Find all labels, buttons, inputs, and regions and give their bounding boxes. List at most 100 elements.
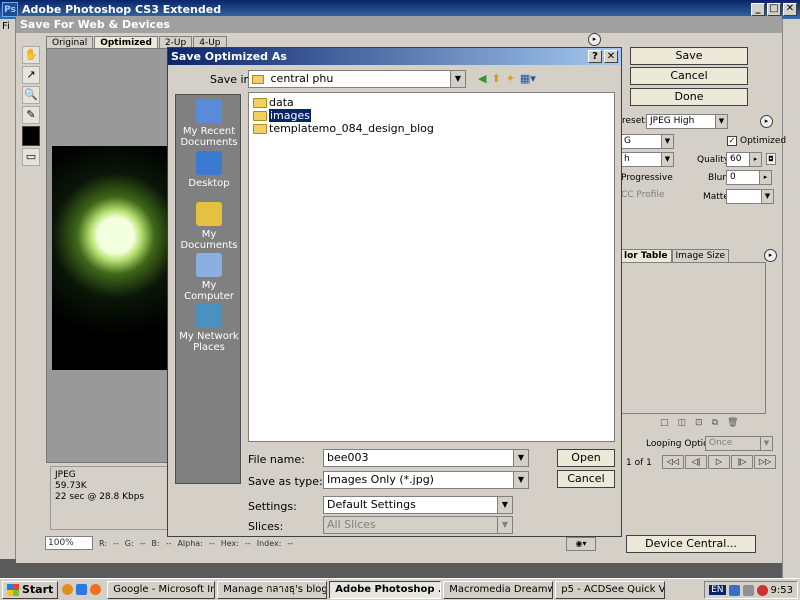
chevron-right-icon: ▸ — [759, 171, 771, 184]
system-tray: EN 9:53 — [704, 581, 798, 599]
slices-select[interactable]: All Slices ▼ — [323, 516, 513, 534]
tab-image-size[interactable]: Image Size — [671, 249, 730, 262]
back-icon[interactable]: ◀ — [478, 72, 486, 85]
device-central-button[interactable]: Device Central... — [626, 535, 756, 553]
status-g-value: -- — [139, 538, 146, 548]
list-item[interactable]: data — [253, 96, 294, 109]
file-list[interactable]: data images templatemo_084_design_blog — [248, 92, 615, 442]
list-item[interactable]: templatemo_084_design_blog — [253, 122, 434, 135]
new-color-icon[interactable]: ⧉ — [712, 418, 718, 428]
taskbar-item-google[interactable]: Google - Microsoft In... — [107, 580, 216, 599]
help-button[interactable]: ? — [588, 50, 602, 63]
place-my-network-places[interactable]: My Network Places — [176, 304, 242, 353]
save-in-select[interactable]: central phu ▼ — [248, 70, 466, 88]
delete-color-icon[interactable]: 🗑 — [727, 418, 738, 428]
optimized-label: Optimized — [740, 136, 787, 146]
next-frame-icon[interactable]: |▷ — [731, 455, 753, 469]
done-button[interactable]: Done — [630, 88, 748, 106]
my-computer-icon — [196, 253, 222, 277]
map-color-icon[interactable]: □ — [660, 418, 669, 428]
maximize-button[interactable]: □ — [767, 3, 781, 16]
optimized-checkbox[interactable]: ✓ — [727, 136, 737, 146]
folder-icon — [253, 97, 267, 108]
progressive-label: Progressive — [621, 173, 673, 183]
hand-tool-icon[interactable]: ✋ — [22, 46, 40, 64]
preview-in-browser-button[interactable]: ◉▾ — [566, 537, 596, 551]
settings-menu-icon[interactable]: ▸ — [760, 115, 773, 128]
save-for-web-title: Save For Web & Devices — [20, 18, 171, 31]
format-select[interactable]: G ▼ — [620, 134, 674, 149]
chevron-down-icon: ▼ — [513, 450, 528, 466]
place-my-computer[interactable]: My Computer — [176, 253, 242, 302]
chevron-down-icon: ▼ — [450, 71, 465, 87]
taskbar-item-manage-blog[interactable]: Manage กลางธุ's blog... — [217, 580, 328, 599]
dialog-toolbar: ◀ ⬆ ✦ ▦▾ — [478, 72, 536, 85]
taskbar-item-dreamweaver[interactable]: Macromedia Dreamw... — [443, 580, 554, 599]
save-optimized-dialog: Save Optimized As ? ✕ Save in: central p… — [167, 47, 622, 537]
eyedropper-tool-icon[interactable]: ✎ — [22, 106, 40, 124]
web-shift-icon[interactable]: ◫ — [678, 418, 687, 428]
status-alpha-value: -- — [208, 538, 215, 548]
places-bar: My Recent Documents Desktop My Documents… — [175, 94, 241, 484]
blur-input[interactable]: 0 ▸ — [726, 170, 772, 185]
security-tray-icon[interactable] — [756, 584, 768, 596]
taskbar-item-acdsee[interactable]: p5 - ACDSee Quick View — [555, 580, 666, 599]
ie-launch-icon[interactable] — [76, 584, 88, 595]
last-frame-icon[interactable]: ▷▷ — [754, 455, 776, 469]
preset-select[interactable]: JPEG High ▼ — [646, 114, 728, 129]
chevron-down-icon: ▼ — [513, 472, 528, 488]
quality-mask-icon[interactable]: ◘ — [766, 153, 776, 165]
file-menu-fragment[interactable]: Fi — [2, 21, 10, 32]
play-icon[interactable]: ▷ — [708, 455, 730, 469]
place-desktop[interactable]: Desktop — [176, 151, 242, 189]
optimize-menu-icon[interactable]: ▸ — [588, 33, 601, 46]
open-button[interactable]: Open — [557, 449, 615, 467]
tab-color-table[interactable]: lor Table — [620, 249, 672, 262]
list-item[interactable]: images — [253, 109, 311, 122]
first-frame-icon[interactable]: ◁◁ — [662, 455, 684, 469]
file-name-label: File name: — [248, 453, 305, 466]
place-my-recent-documents[interactable]: My Recent Documents — [176, 99, 242, 148]
dialog-close-button[interactable]: ✕ — [604, 50, 618, 63]
network-places-icon — [196, 304, 222, 328]
status-b-label: B: — [151, 538, 160, 548]
slices-label: Slices: — [248, 520, 284, 533]
quality-input[interactable]: 60 ▸ — [726, 152, 762, 167]
cancel-button[interactable]: Cancel — [630, 67, 748, 85]
taskbar-item-photoshop[interactable]: Adobe Photoshop ... — [329, 580, 442, 599]
folder-icon — [252, 74, 264, 84]
eyedropper-color-swatch[interactable] — [22, 126, 40, 146]
photoshop-logo-icon: Ps — [2, 2, 18, 17]
volume-tray-icon[interactable] — [742, 584, 754, 596]
save-button[interactable]: Save — [630, 47, 748, 65]
zoom-level-select[interactable]: 100% — [45, 536, 93, 550]
toggle-slices-icon[interactable]: ▭ — [22, 148, 40, 166]
view-menu-icon[interactable]: ▦▾ — [520, 72, 536, 85]
chevron-down-icon: ▼ — [497, 497, 512, 513]
prev-frame-icon[interactable]: ◁| — [685, 455, 707, 469]
looping-options-select[interactable]: Once ▼ — [705, 436, 773, 451]
close-button[interactable]: ✕ — [783, 3, 797, 16]
place-my-documents[interactable]: My Documents — [176, 202, 242, 251]
compression-quality-select[interactable]: h ▼ — [620, 152, 674, 167]
file-name-input[interactable]: bee003 ▼ — [323, 449, 529, 467]
settings-select[interactable]: Default Settings ▼ — [323, 496, 513, 514]
up-folder-icon[interactable]: ⬆ — [491, 72, 500, 85]
app-launch-icon[interactable] — [62, 584, 74, 595]
start-button[interactable]: Start — [2, 580, 59, 599]
language-indicator[interactable]: EN — [709, 585, 726, 595]
save-as-type-select[interactable]: Images Only (*.jpg) ▼ — [323, 471, 529, 489]
dialog-cancel-button[interactable]: Cancel — [557, 470, 615, 488]
network-tray-icon[interactable] — [728, 584, 740, 596]
my-documents-icon — [196, 202, 222, 226]
color-table-menu-icon[interactable]: ▸ — [764, 249, 777, 262]
zoom-tool-icon[interactable]: 🔍 — [22, 86, 40, 104]
settings-label: Settings: — [248, 500, 297, 513]
minimize-button[interactable]: _ — [751, 3, 765, 16]
slice-select-tool-icon[interactable]: ↗ — [22, 66, 40, 84]
lock-color-icon[interactable]: ⊡ — [695, 418, 703, 428]
firefox-launch-icon[interactable] — [90, 584, 102, 595]
matte-select[interactable]: ▼ — [726, 189, 774, 204]
new-folder-icon[interactable]: ✦ — [506, 72, 515, 85]
color-table-area[interactable] — [620, 262, 766, 414]
